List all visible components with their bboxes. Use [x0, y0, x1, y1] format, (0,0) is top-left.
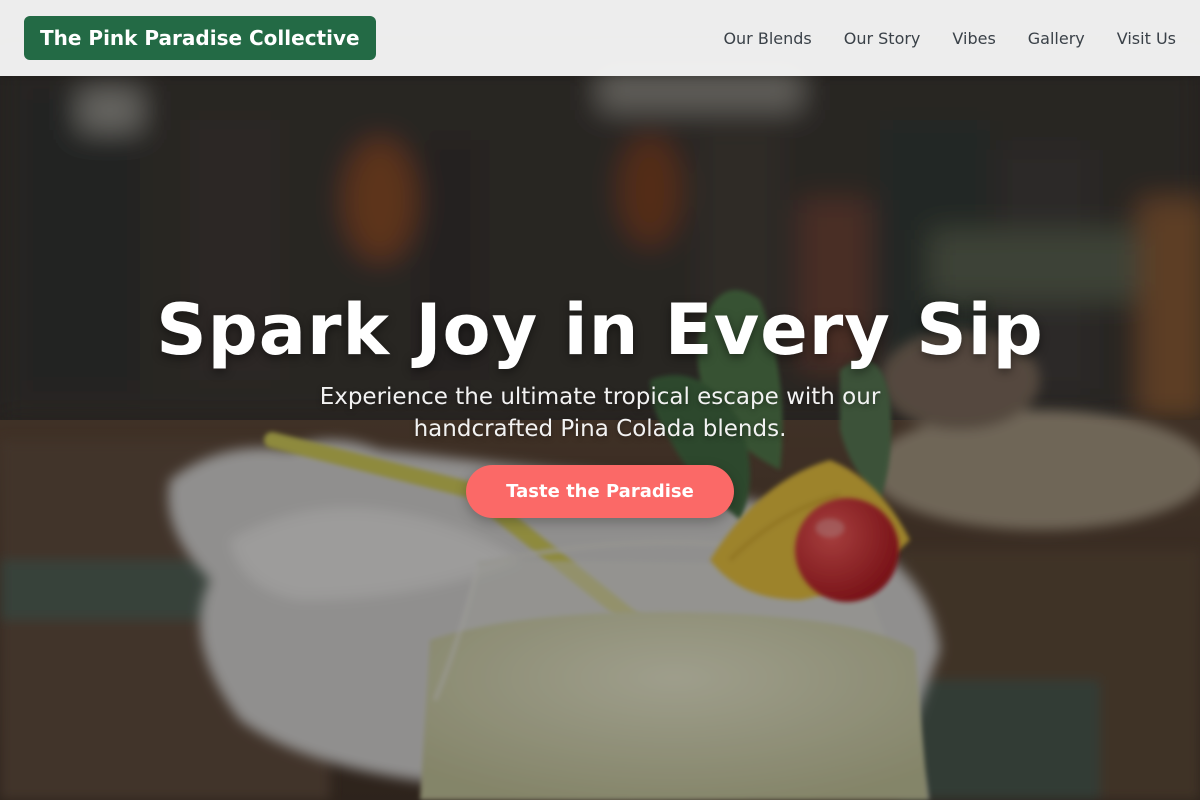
nav-link-visit-us[interactable]: Visit Us [1117, 29, 1176, 48]
taste-the-paradise-button[interactable]: Taste the Paradise [466, 465, 734, 518]
nav-link-gallery[interactable]: Gallery [1028, 29, 1085, 48]
landing-page: The Pink Paradise Collective Our Blends … [0, 0, 1200, 800]
nav-link-our-story[interactable]: Our Story [844, 29, 921, 48]
top-navbar: The Pink Paradise Collective Our Blends … [0, 0, 1200, 76]
brand-logo-button[interactable]: The Pink Paradise Collective [24, 16, 376, 60]
hero-subtitle: Experience the ultimate tropical escape … [319, 384, 881, 442]
nav-links: Our Blends Our Story Vibes Gallery Visit… [723, 0, 1176, 76]
hero-section: Spark Joy in Every Sip Experience the ul… [0, 0, 1200, 800]
nav-link-our-blends[interactable]: Our Blends [723, 29, 811, 48]
hero-title: Spark Joy in Every Sip [156, 289, 1044, 371]
nav-link-vibes[interactable]: Vibes [952, 29, 995, 48]
